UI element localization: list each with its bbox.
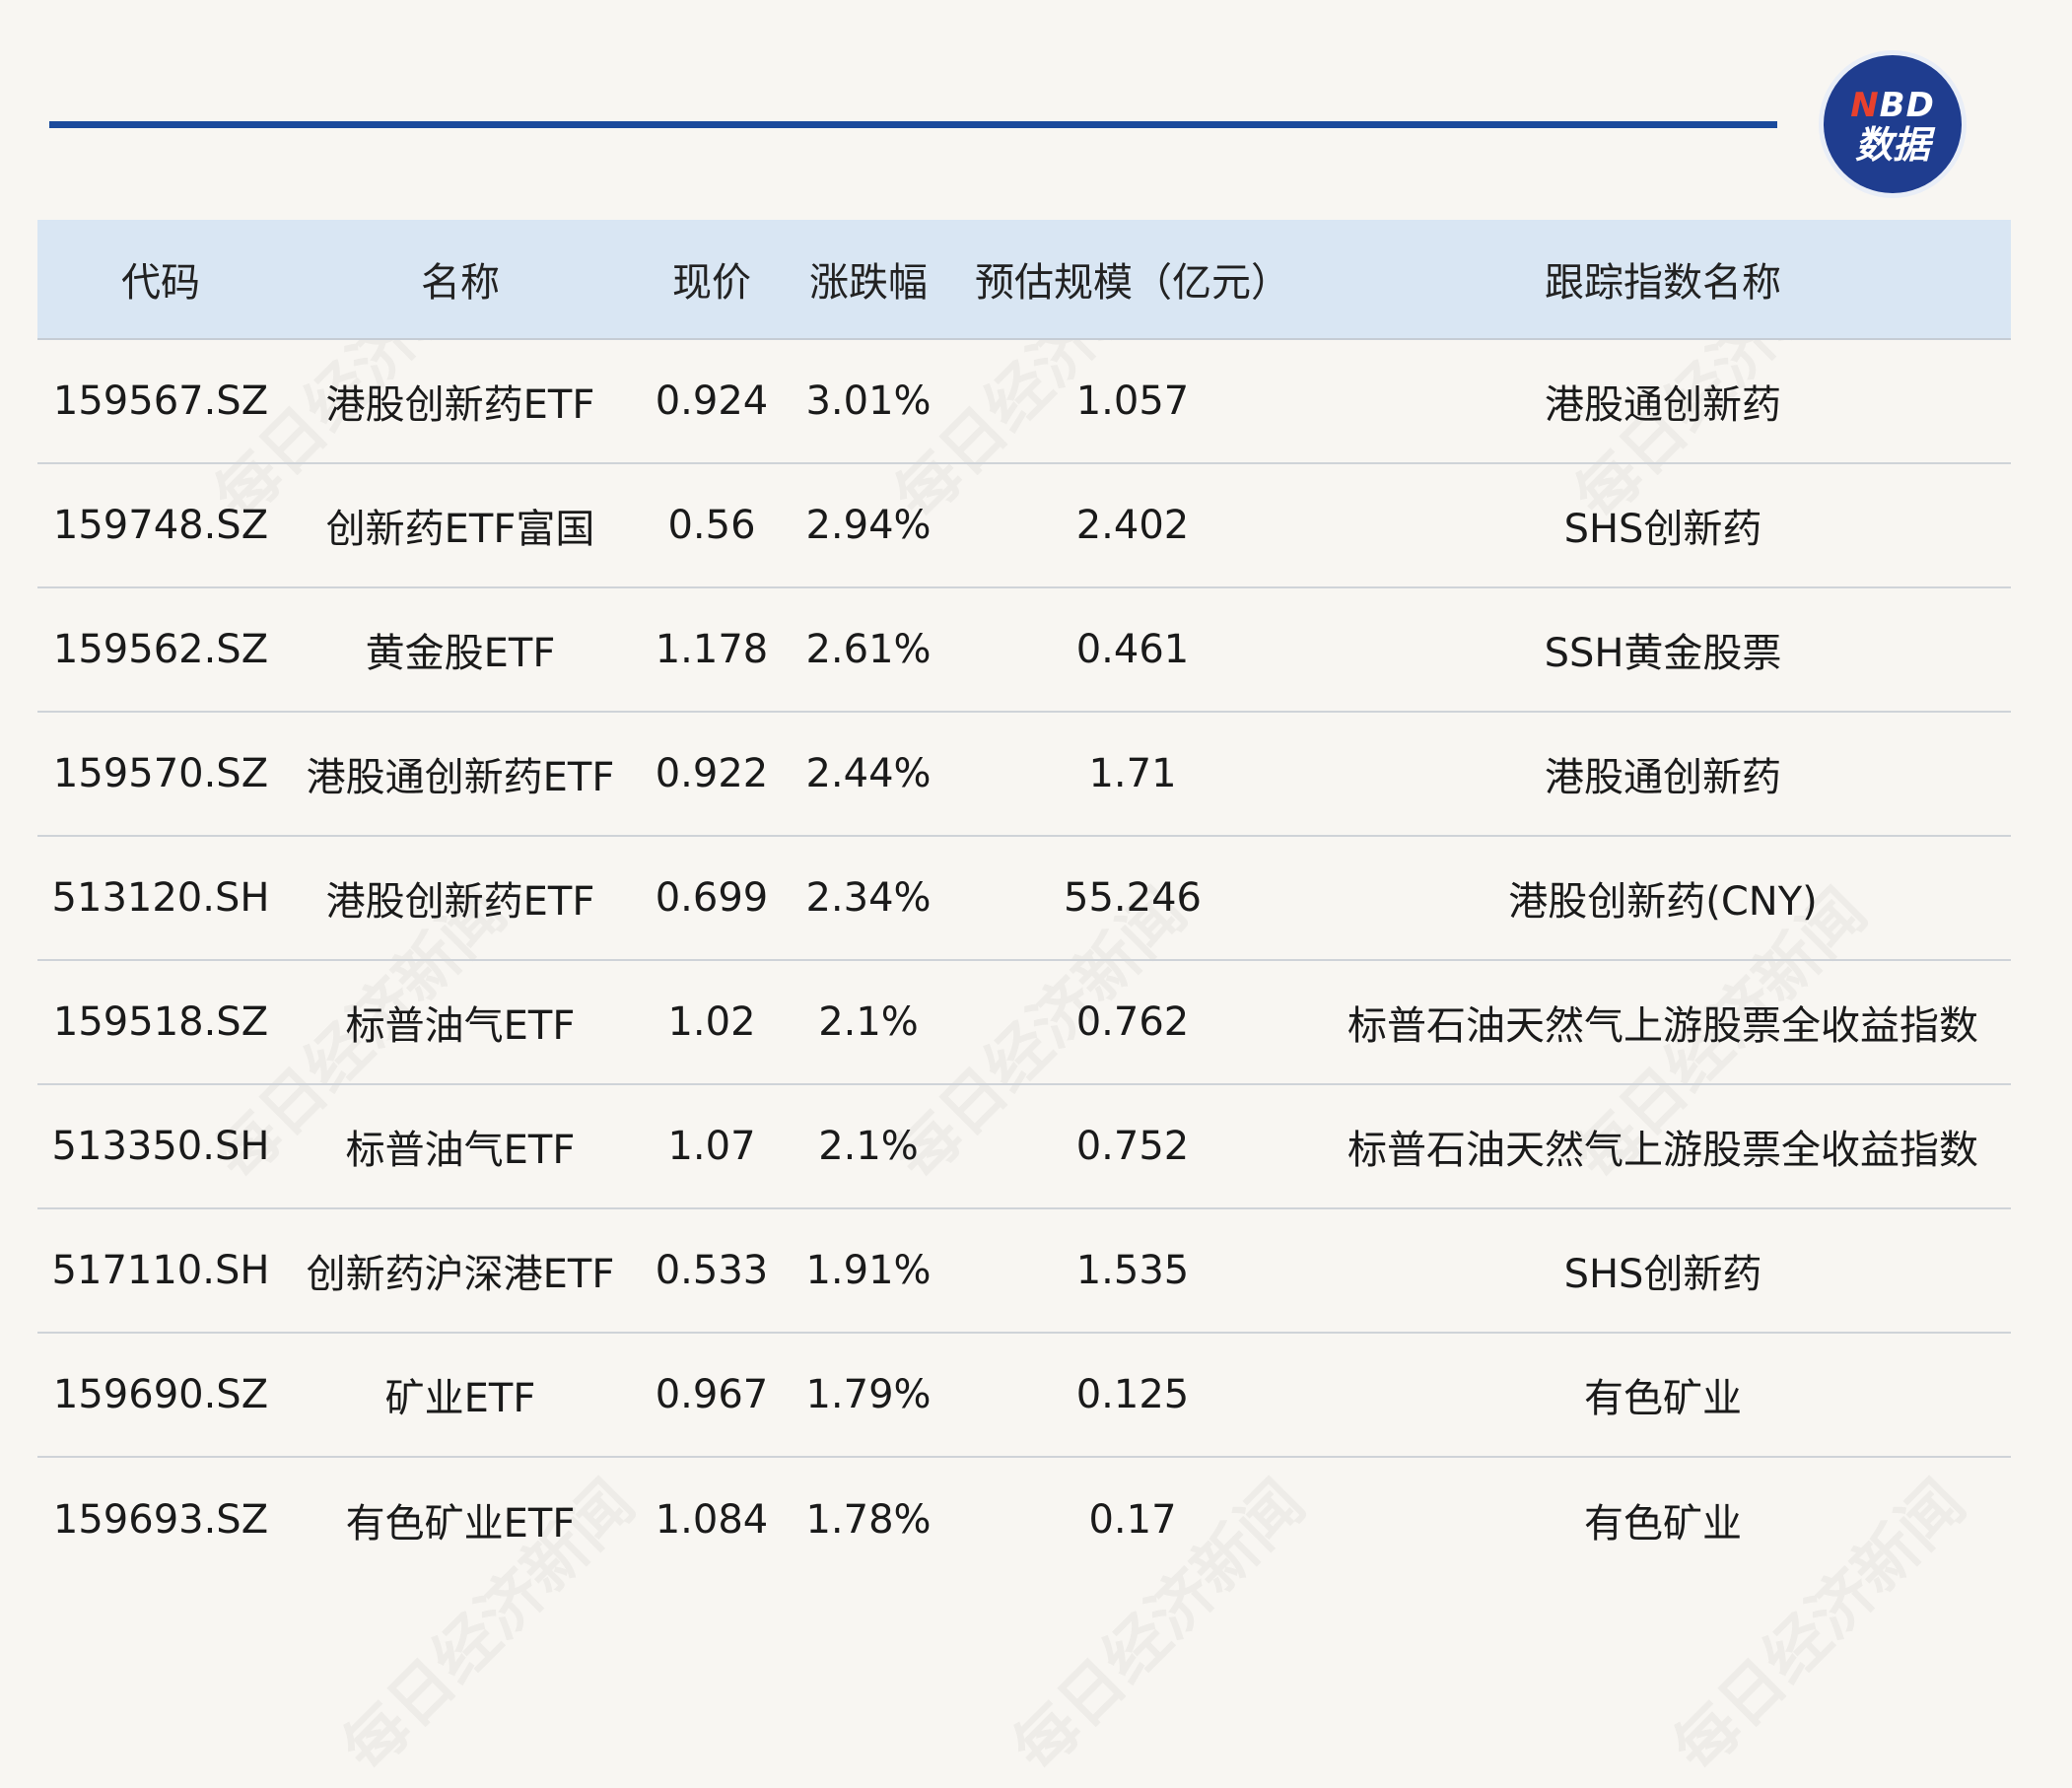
cell-code: 159570.SZ [52,751,269,796]
cell-code: 513350.SH [51,1124,270,1169]
cell-name: 有色矿业ETF [345,1501,576,1547]
cell-name: 黄金股ETF [365,631,556,676]
cell-price: 0.924 [655,378,769,424]
cell-change: 1.91% [805,1248,932,1293]
cell-change: 2.94% [805,503,932,548]
cell-change: 3.01% [805,378,932,424]
cell-change: 2.61% [805,627,932,672]
cell-change: 2.44% [805,751,932,796]
cell-index: SHS创新药 [1563,1252,1762,1297]
header-size: 预估规模（亿元） [975,260,1290,306]
cell-code: 159748.SZ [52,503,269,548]
cell-price: 0.56 [667,503,756,548]
cell-price: 0.533 [655,1248,769,1293]
cell-price: 0.922 [655,751,769,796]
cell-size: 0.752 [1075,1124,1190,1169]
cell-code: 159518.SZ [52,999,269,1045]
cell-price: 1.178 [655,627,769,672]
header-name: 名称 [421,260,500,306]
cell-size: 0.17 [1088,1497,1177,1543]
cell-size: 1.71 [1088,751,1177,796]
cell-size: 55.246 [1064,875,1202,921]
top-rule [49,121,1777,128]
cell-code: 517110.SH [51,1248,270,1293]
cell-code: 159562.SZ [52,627,269,672]
cell-index: SSH黄金股票 [1544,631,1782,676]
cell-index: 港股创新药(CNY) [1508,879,1818,925]
cell-name: 创新药沪深港ETF [306,1252,615,1297]
cell-index: 标普石油天然气上游股票全收益指数 [1347,1128,1978,1173]
cell-size: 0.461 [1075,627,1190,672]
table-row: 517110.SH 创新药沪深港ETF 0.533 1.91% 1.535 SHS创新药 [37,1209,2011,1334]
table-header: 代码 名称 现价 涨跌幅 预估规模（亿元） 跟踪指数名称 [37,220,2011,340]
logo-line2: 数据 [1854,123,1930,167]
nbd-logo: NBD 数据 [1824,55,1962,193]
cell-price: 1.02 [667,999,756,1045]
table-row: 159690.SZ 矿业ETF 0.967 1.79% 0.125 有色矿业 [37,1334,2011,1458]
header-code: 代码 [121,260,200,306]
cell-size: 0.762 [1075,999,1190,1045]
cell-price: 1.084 [655,1497,769,1543]
etf-table: 代码 名称 现价 涨跌幅 预估规模（亿元） 跟踪指数名称 159567.SZ 港股… [37,220,2011,1582]
table-row: 513350.SH 标普油气ETF 1.07 2.1% 0.752 标普石油天然气上游股票… [37,1085,2011,1209]
cell-size: 0.125 [1075,1372,1190,1417]
table-row: 513120.SH 港股创新药ETF 0.699 2.34% 55.246 港股创新药(C… [37,837,2011,961]
cell-index: 有色矿业 [1584,1376,1742,1421]
cell-index: 有色矿业 [1584,1501,1742,1547]
header-change: 涨跌幅 [809,260,928,306]
table-row: 159570.SZ 港股通创新药ETF 0.922 2.44% 1.71 港股通创新药 [37,713,2011,837]
header-price: 现价 [672,260,751,306]
table-row: 159562.SZ 黄金股ETF 1.178 2.61% 0.461 SSH黄金股票 [37,588,2011,713]
cell-code: 159567.SZ [52,378,269,424]
cell-name: 标普油气ETF [345,1003,576,1049]
cell-price: 0.699 [655,875,769,921]
cell-index: SHS创新药 [1563,507,1762,552]
cell-code: 159690.SZ [52,1372,269,1417]
cell-name: 港股创新药ETF [325,879,595,925]
cell-name: 港股通创新药ETF [306,755,615,800]
cell-name: 矿业ETF [384,1376,536,1421]
logo-bd: BD [1879,86,1935,125]
cell-index: 标普石油天然气上游股票全收益指数 [1347,1003,1978,1049]
cell-code: 159693.SZ [52,1497,269,1543]
cell-price: 0.967 [655,1372,769,1417]
cell-change: 2.1% [818,999,919,1045]
table-row: 159748.SZ 创新药ETF富国 0.56 2.94% 2.402 SHS创新药 [37,464,2011,588]
cell-name: 标普油气ETF [345,1128,576,1173]
cell-size: 1.535 [1075,1248,1190,1293]
cell-change: 2.34% [805,875,932,921]
cell-size: 1.057 [1075,378,1190,424]
cell-price: 1.07 [667,1124,756,1169]
table-row: 159567.SZ 港股创新药ETF 0.924 3.01% 1.057 港股通创新药 [37,340,2011,464]
cell-name: 港股创新药ETF [325,382,595,428]
table-row: 159518.SZ 标普油气ETF 1.02 2.1% 0.762 标普石油天然气上游股票… [37,961,2011,1085]
cell-index: 港股通创新药 [1545,382,1781,428]
table-row: 159693.SZ 有色矿业ETF 1.084 1.78% 0.17 有色矿业 [37,1458,2011,1582]
cell-size: 2.402 [1075,503,1190,548]
cell-change: 2.1% [818,1124,919,1169]
header-index: 跟踪指数名称 [1545,260,1781,306]
cell-change: 1.78% [805,1497,932,1543]
cell-code: 513120.SH [51,875,270,921]
cell-index: 港股通创新药 [1545,755,1781,800]
cell-change: 1.79% [805,1372,932,1417]
table-body: 159567.SZ 港股创新药ETF 0.924 3.01% 1.057 港股通创新药 15… [37,340,2011,1582]
logo-line1: NBD [1850,89,1935,122]
logo-n: N [1850,86,1880,125]
cell-name: 创新药ETF富国 [325,507,595,552]
